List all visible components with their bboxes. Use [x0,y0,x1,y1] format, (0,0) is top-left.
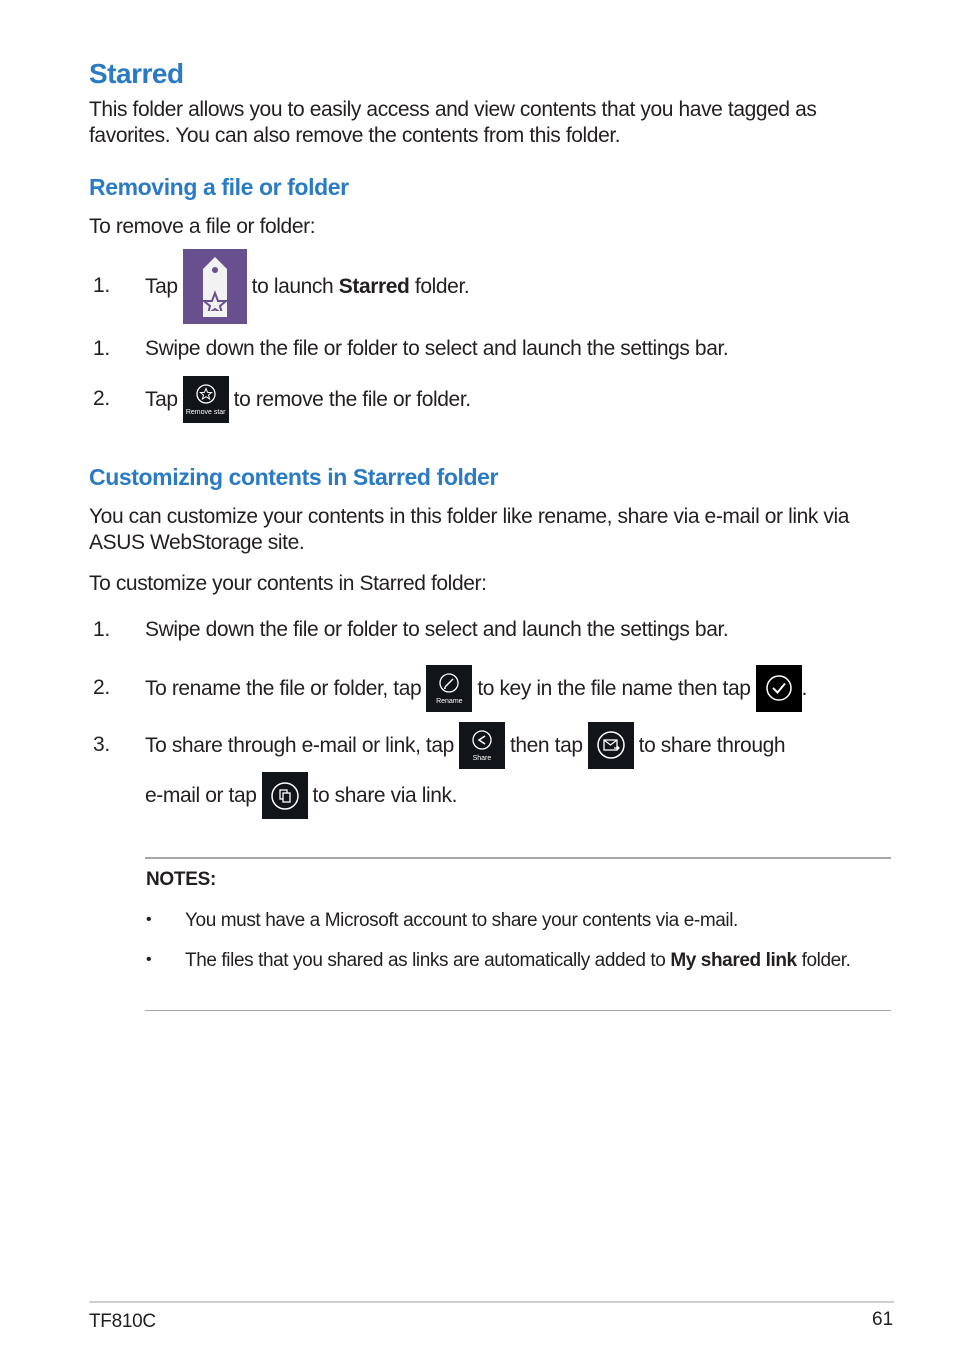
step-text: Tap [145,274,178,298]
customizing-lead: To customize your contents in Starred fo… [89,572,487,595]
step-number: 2. [93,676,110,699]
removing-lead: To remove a file or folder: [89,215,316,238]
step-text: then tap [509,733,583,757]
step-text: Swipe down the file or folder to select … [145,337,729,360]
note-text: The files that you shared as links are a… [185,950,671,971]
removing-step-2: Swipe down the file or folder to select … [145,337,729,361]
step-number: 3. [93,733,110,756]
rename-icon: Rename [426,665,473,712]
note-text: folder. [796,950,851,971]
remove-star-label: Remove star [185,409,226,416]
customizing-intro: You can customize your contents in this … [89,505,850,554]
step-text: to remove the file or folder. [233,387,471,411]
step-text: To share through e-mail or link, tap [145,733,454,757]
step-text: To rename the file or folder, tap [145,676,422,700]
step-number: 2. [93,387,110,410]
step-text: to share through [638,733,786,757]
customizing-step-2: To rename the file or folder, tap Rename… [145,665,807,712]
customizing-step-1: Swipe down the file or folder to select … [145,618,729,642]
step-number: 1. [93,618,110,641]
confirm-check-icon [755,665,802,712]
share-icon: Share [458,722,505,769]
my-shared-link-bold: My shared link [670,950,797,971]
customizing-step-3: To share through e-mail or link, tap Sha… [145,722,786,769]
step-text: Swipe down the file or folder to select … [145,618,729,641]
email-share-icon [587,722,634,769]
notes-title: NOTES: [146,869,216,890]
customizing-step-3-line-2: e-mail or tap to share via link. [145,772,457,819]
share-link-icon [261,772,308,819]
notes-bottom-rule [145,1010,891,1011]
removing-step-3: Tap Remove star to remove the file or fo… [145,376,471,423]
note-item: You must have a Microsoft account to sha… [185,910,738,931]
customizing-heading: Customizing contents in Starred folder [89,464,499,490]
step-text: Tap [145,387,178,411]
remove-star-icon: Remove star [182,376,229,423]
note-item: The files that you shared as links are a… [185,947,885,974]
step-text: to launch [251,274,339,298]
section-title: Starred [89,58,184,89]
page-number: 61 [872,1309,894,1330]
step-text: to share via link. [312,783,458,807]
step-text: folder. [409,274,470,298]
step-number: 1. [93,337,110,360]
rename-label: Rename [436,698,463,705]
starred-bold: Starred [338,274,410,298]
intro-paragraph: This folder allows you to easily access … [89,98,817,147]
notes-top-rule [145,857,891,859]
starred-app-tile-icon [182,249,247,324]
footer-rule [89,1301,894,1303]
removing-heading: Removing a file or folder [89,174,349,200]
footer-model: TF810C [89,1311,156,1332]
step-text: . [801,676,808,700]
removing-step-1: Tap to launch Starred folder. [145,249,470,324]
bullet: • [146,911,152,928]
step-text: e-mail or tap [145,783,257,807]
share-label: Share [472,755,492,762]
step-number: 1. [93,274,110,297]
step-text: to key in the file name then tap [477,676,751,700]
bullet: • [146,951,152,968]
